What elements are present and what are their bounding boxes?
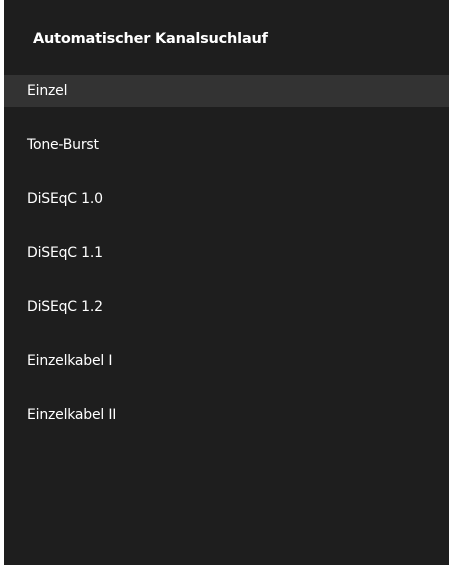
option-label: Einzelkabel II: [27, 407, 117, 423]
option-diseqc-1-1[interactable]: DiSEqC 1.1: [4, 237, 449, 269]
option-label: Einzelkabel I: [27, 353, 113, 369]
page-title: Automatischer Kanalsuchlauf: [33, 31, 268, 47]
option-label: Einzel: [27, 83, 68, 99]
option-label: DiSEqC 1.0: [27, 191, 103, 207]
option-einzel[interactable]: Einzel: [4, 75, 449, 107]
option-list: Einzel Tone-Burst DiSEqC 1.0 DiSEqC 1.1 …: [4, 75, 449, 453]
option-diseqc-1-2[interactable]: DiSEqC 1.2: [4, 291, 449, 323]
option-einzelkabel-ii[interactable]: Einzelkabel II: [4, 399, 449, 431]
option-label: DiSEqC 1.1: [27, 245, 103, 261]
option-label: DiSEqC 1.2: [27, 299, 103, 315]
settings-panel: Automatischer Kanalsuchlauf Einzel Tone-…: [4, 0, 449, 565]
option-einzelkabel-i[interactable]: Einzelkabel I: [4, 345, 449, 377]
option-label: Tone-Burst: [27, 137, 99, 153]
option-tone-burst[interactable]: Tone-Burst: [4, 129, 449, 161]
option-diseqc-1-0[interactable]: DiSEqC 1.0: [4, 183, 449, 215]
